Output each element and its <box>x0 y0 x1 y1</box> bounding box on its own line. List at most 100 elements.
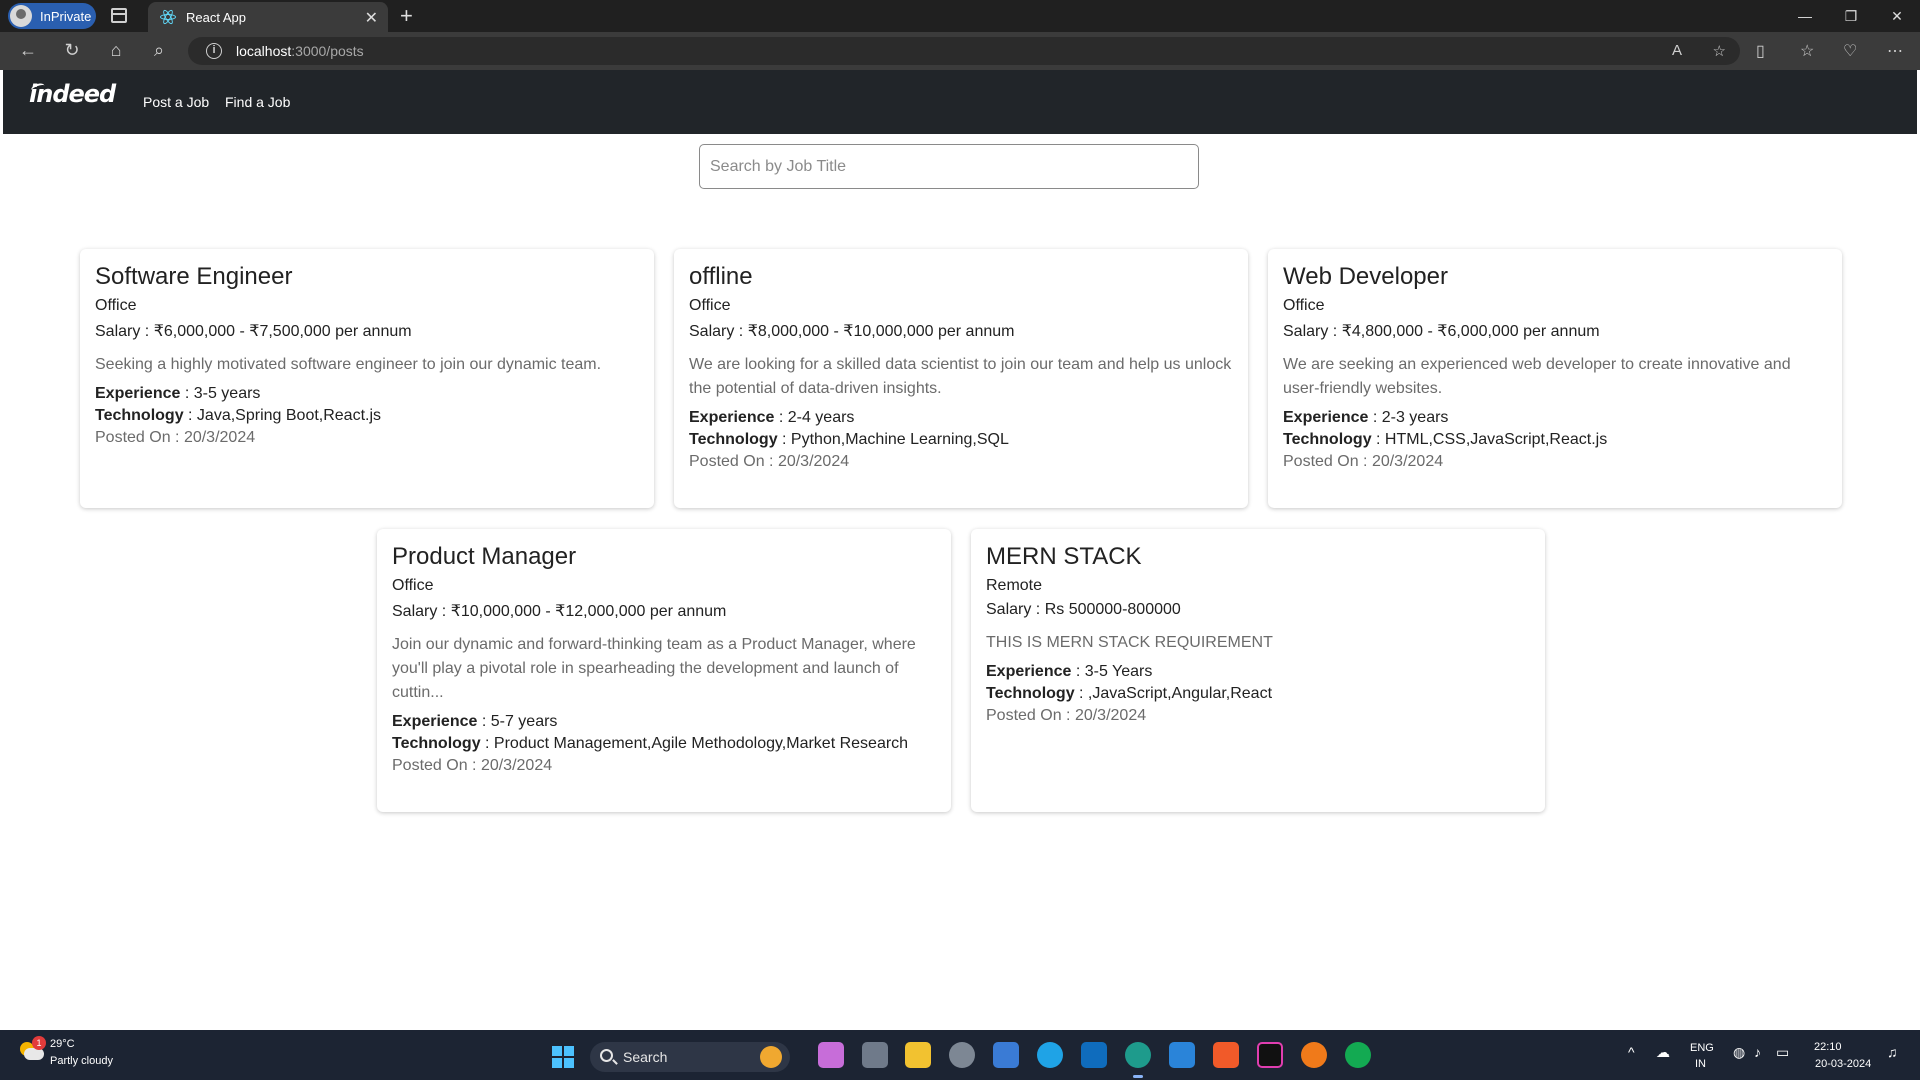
browser-essentials-icon[interactable]: ♡ <box>1843 41 1857 61</box>
site-info-icon[interactable]: i <box>206 43 222 59</box>
app-navbar: indeed Post a Job Find a Job <box>3 70 1917 134</box>
job-card[interactable]: Web Developer Office Salary : ₹4,800,000… <box>1268 249 1842 508</box>
copilot-app-icon[interactable] <box>818 1042 844 1068</box>
search-icon[interactable]: ⌕ <box>147 40 171 61</box>
task-view-icon[interactable] <box>862 1042 888 1068</box>
favorites-icon[interactable]: ☆ <box>1800 41 1814 61</box>
show-hidden-icons-chevron-icon[interactable]: ^ <box>1628 1044 1635 1060</box>
tab-react-app[interactable]: React App ✕ <box>148 2 388 32</box>
react-favicon-icon <box>160 8 176 26</box>
job-salary: Salary : Rs 500000-800000 <box>986 601 1181 618</box>
mongodb-compass-icon[interactable] <box>1345 1042 1371 1068</box>
job-experience: Experience : 3-5 Years <box>986 663 1153 680</box>
onedrive-cloud-icon[interactable]: ☁ <box>1656 1044 1670 1061</box>
job-type: Office <box>1283 297 1325 314</box>
job-experience: Experience : 5-7 years <box>392 713 558 730</box>
more-menu-icon[interactable]: ⋯ <box>1887 41 1903 61</box>
job-salary: Salary : ₹8,000,000 - ₹10,000,000 per an… <box>689 323 1015 340</box>
job-posted-date: Posted On : 20/3/2024 <box>689 453 850 470</box>
weather-description[interactable]: Partly cloudy <box>50 1055 113 1067</box>
job-posted-date: Posted On : 20/3/2024 <box>986 707 1147 724</box>
job-title: offline <box>689 263 753 290</box>
clock-date[interactable]: 20-03-2024 <box>1815 1058 1871 1070</box>
job-technology: Technology : Python,Machine Learning,SQL <box>689 431 1009 448</box>
profile-avatar-icon <box>10 5 32 27</box>
job-description: THIS IS MERN STACK REQUIREMENT <box>986 634 1273 651</box>
job-card[interactable]: MERN STACK Remote Salary : Rs 500000-800… <box>971 529 1545 812</box>
clock-time[interactable]: 22:10 <box>1814 1041 1842 1053</box>
job-title-search-input[interactable] <box>699 144 1199 189</box>
windows-start-icon[interactable] <box>552 1046 574 1068</box>
page-content: Software Engineer Office Salary : ₹6,000… <box>3 134 1917 1027</box>
back-arrow-icon[interactable]: ← <box>16 40 40 61</box>
job-salary: Salary : ₹10,000,000 - ₹12,000,000 per a… <box>392 603 727 620</box>
taskbar-search[interactable]: Search <box>590 1042 790 1072</box>
microsoft-store-icon[interactable] <box>993 1042 1019 1068</box>
job-description: We are looking for a skilled data scient… <box>689 356 1232 397</box>
search-icon <box>600 1049 613 1062</box>
job-description: Seeking a highly motivated software engi… <box>95 356 602 373</box>
job-type: Office <box>689 297 731 314</box>
job-experience: Experience : 3-5 years <box>95 385 261 402</box>
split-screen-icon[interactable]: ▯ <box>1756 41 1765 61</box>
tab-actions-icon[interactable] <box>111 8 127 23</box>
notification-bell-icon[interactable]: ♫ <box>1887 1044 1898 1060</box>
edge-browser-icon[interactable] <box>1125 1042 1151 1078</box>
indeed-logo[interactable]: indeed <box>29 80 116 108</box>
refresh-icon[interactable]: ↻ <box>60 40 84 61</box>
job-description: We are seeking an experienced web develo… <box>1283 356 1791 397</box>
job-card[interactable]: offline Office Salary : ₹8,000,000 - ₹10… <box>674 249 1248 508</box>
favorite-star-icon[interactable]: ☆ <box>1713 42 1726 60</box>
brave-browser-icon[interactable] <box>1213 1042 1239 1068</box>
address-bar[interactable]: i localhost:3000/posts A ☆ <box>188 37 1740 65</box>
job-posted-date: Posted On : 20/3/2024 <box>95 429 256 446</box>
minimize-button[interactable]: — <box>1782 0 1828 32</box>
window-controls: — ❐ ✕ <box>1782 0 1920 32</box>
job-card[interactable]: Product Manager Office Salary : ₹10,000,… <box>377 529 951 812</box>
taskbar: 1 29°C Partly cloudy Search ^ ☁ ENG IN ◍… <box>0 1030 1920 1080</box>
job-posted-date: Posted On : 20/3/2024 <box>392 757 553 774</box>
profile-label: InPrivate <box>40 8 92 24</box>
job-experience: Experience : 2-3 years <box>1283 409 1449 426</box>
new-tab-button[interactable]: + <box>400 3 413 29</box>
job-experience: Experience : 2-4 years <box>689 409 855 426</box>
intellij-icon[interactable] <box>1257 1042 1283 1068</box>
job-title: Software Engineer <box>95 263 293 290</box>
language-indicator-top[interactable]: ENG <box>1690 1042 1714 1054</box>
job-description: Join our dynamic and forward-thinking te… <box>392 636 916 701</box>
volume-icon[interactable]: ♪ <box>1754 1044 1761 1060</box>
settings-gear-icon[interactable] <box>949 1042 975 1068</box>
close-window-button[interactable]: ✕ <box>1874 0 1920 32</box>
network-globe-icon[interactable]: ◍ <box>1733 1044 1745 1061</box>
vscode-icon[interactable] <box>1169 1042 1195 1068</box>
cortana-icon[interactable] <box>1037 1042 1063 1068</box>
file-explorer-icon[interactable] <box>905 1042 931 1068</box>
tab-close-icon[interactable]: ✕ <box>365 8 378 28</box>
outlook-icon[interactable] <box>1081 1042 1107 1068</box>
job-type: Office <box>392 577 434 594</box>
battery-icon[interactable]: ▭ <box>1776 1044 1789 1061</box>
taskbar-search-label: Search <box>623 1049 668 1065</box>
job-technology: Technology : ,JavaScript,Angular,React <box>986 685 1273 702</box>
inprivate-profile-button[interactable]: InPrivate <box>8 3 96 29</box>
job-posted-date: Posted On : 20/3/2024 <box>1283 453 1444 470</box>
job-type: Remote <box>986 577 1043 594</box>
language-indicator-bottom[interactable]: IN <box>1695 1058 1706 1070</box>
job-technology: Technology : Java,Spring Boot,React.js <box>95 407 382 424</box>
read-aloud-icon[interactable]: A <box>1672 42 1682 59</box>
tab-title: React App <box>186 9 246 25</box>
weather-notification-badge: 1 <box>32 1036 46 1050</box>
job-card[interactable]: Software Engineer Office Salary : ₹6,000… <box>80 249 654 508</box>
post-a-job-link[interactable]: Post a Job <box>143 94 209 110</box>
find-a-job-link[interactable]: Find a Job <box>225 94 290 110</box>
job-salary: Salary : ₹4,800,000 - ₹6,000,000 per ann… <box>1283 323 1600 340</box>
home-icon[interactable]: ⌂ <box>104 40 128 61</box>
restore-button[interactable]: ❐ <box>1828 0 1874 32</box>
weather-temperature[interactable]: 29°C <box>50 1038 75 1050</box>
bing-icon <box>760 1046 782 1068</box>
postman-icon[interactable] <box>1301 1042 1327 1068</box>
job-salary: Salary : ₹6,000,000 - ₹7,500,000 per ann… <box>95 323 412 340</box>
browser-titlebar: InPrivate React App ✕ + — ❐ ✕ <box>0 0 1920 32</box>
url-text: localhost:3000/posts <box>236 43 364 59</box>
browser-toolbar: ← ↻ ⌂ ⌕ i localhost:3000/posts A ☆ ▯ ☆ ♡… <box>0 32 1920 70</box>
